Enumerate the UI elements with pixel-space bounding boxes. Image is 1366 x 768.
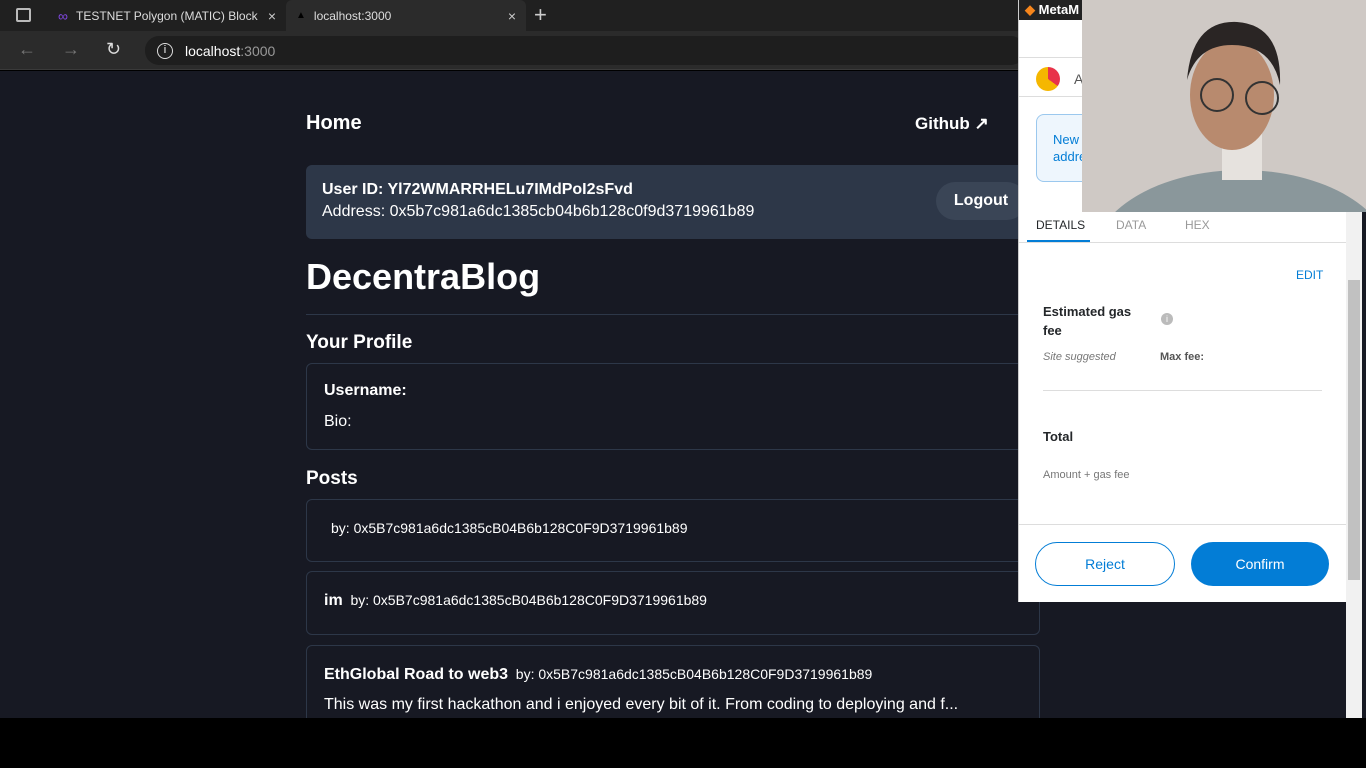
nav-github[interactable]: Github ↗ — [915, 114, 989, 134]
post-card[interactable]: by: 0x5B7c981a6dc1385cB04B6b128C0F9D3719… — [306, 499, 1040, 562]
edit-link[interactable]: EDIT — [1296, 268, 1323, 282]
app-title: DecentraBlog — [306, 256, 541, 297]
close-tab-icon[interactable]: × — [268, 8, 276, 24]
tab-hex[interactable]: HEX — [1185, 218, 1210, 232]
divider — [306, 314, 1026, 315]
scrollbar[interactable] — [1346, 212, 1362, 718]
webcam-person-image — [1115, 21, 1366, 212]
post-card[interactable]: im by: 0x5B7c981a6dc1385cB04B6b128C0F9D3… — [306, 571, 1040, 635]
back-icon[interactable]: ← — [18, 39, 36, 60]
tab-polygon[interactable]: ∞ TESTNET Polygon (MATIC) Block × — [48, 0, 286, 31]
site-icon: ▲ — [296, 10, 306, 21]
polygon-icon: ∞ — [58, 7, 68, 24]
external-link-icon: ↗ — [974, 114, 989, 133]
tab-data[interactable]: DATA — [1116, 218, 1146, 232]
close-tab-icon[interactable]: × — [508, 8, 516, 24]
user-address: Address: 0x5b7c981a6dc1385cb04b6b128c0f9… — [322, 203, 755, 220]
user-info-card: User ID: Yl72WMARRHELu7IMdPoI2sFvd Addre… — [306, 165, 1026, 239]
refresh-icon[interactable]: ↻ — [106, 39, 121, 60]
info-icon: i — [157, 42, 173, 59]
posts-heading: Posts — [306, 468, 358, 489]
logout-button[interactable]: Logout — [936, 182, 1026, 220]
forward-icon[interactable]: → — [62, 39, 80, 60]
user-id: User ID: Yl72WMARRHELu7IMdPoI2sFvd — [322, 181, 633, 198]
post-card[interactable]: EthGlobal Road to web3 by: 0x5B7c981a6dc… — [306, 645, 1040, 718]
webcam-overlay — [1082, 0, 1366, 212]
tab-localhost[interactable]: ▲ localhost:3000 × — [286, 0, 526, 31]
new-tab-icon[interactable]: + — [534, 2, 547, 28]
profile-heading: Your Profile — [306, 332, 413, 353]
metamask-fox-icon: ◆ — [1025, 2, 1035, 17]
address-bar[interactable]: i localhost:3000 — [145, 36, 1025, 65]
nav-home[interactable]: Home — [306, 112, 362, 135]
account-avatar-icon — [1036, 67, 1060, 91]
profile-card: Username: Bio: — [306, 363, 1040, 450]
reject-button[interactable]: Reject — [1035, 542, 1175, 586]
info-icon[interactable]: i — [1161, 313, 1173, 325]
tab-details[interactable]: DETAILS — [1036, 218, 1085, 232]
confirm-button[interactable]: Confirm — [1191, 542, 1329, 586]
tab-actions-icon[interactable] — [16, 8, 31, 22]
